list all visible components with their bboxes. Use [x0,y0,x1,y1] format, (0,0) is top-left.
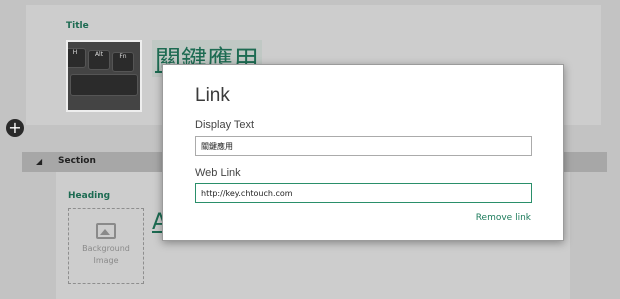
display-text-input[interactable] [195,136,532,156]
display-text-label: Display Text [195,119,255,131]
background-image-label: Background Image [82,244,130,265]
image-icon [96,223,116,239]
remove-link-button[interactable]: Remove link [476,213,531,223]
title-thumbnail[interactable]: H Alt Fn [66,40,142,112]
link-dialog: Link Display Text Web Link Remove link [162,64,564,241]
background-image-placeholder[interactable]: Background Image [68,208,144,284]
key-h: H [68,48,86,68]
heading-label: Heading [68,191,111,201]
web-link-input[interactable] [195,183,532,203]
key-alt: Alt [88,50,110,70]
key-fn: Fn [112,52,134,72]
dialog-title: Link [195,85,230,106]
collapse-icon[interactable]: ◢ [36,157,42,166]
web-link-label: Web Link [195,167,241,179]
add-section-button[interactable]: + [6,119,24,137]
title-label: Title [66,21,89,31]
section-label: Section [58,156,96,166]
key-space [70,74,138,96]
